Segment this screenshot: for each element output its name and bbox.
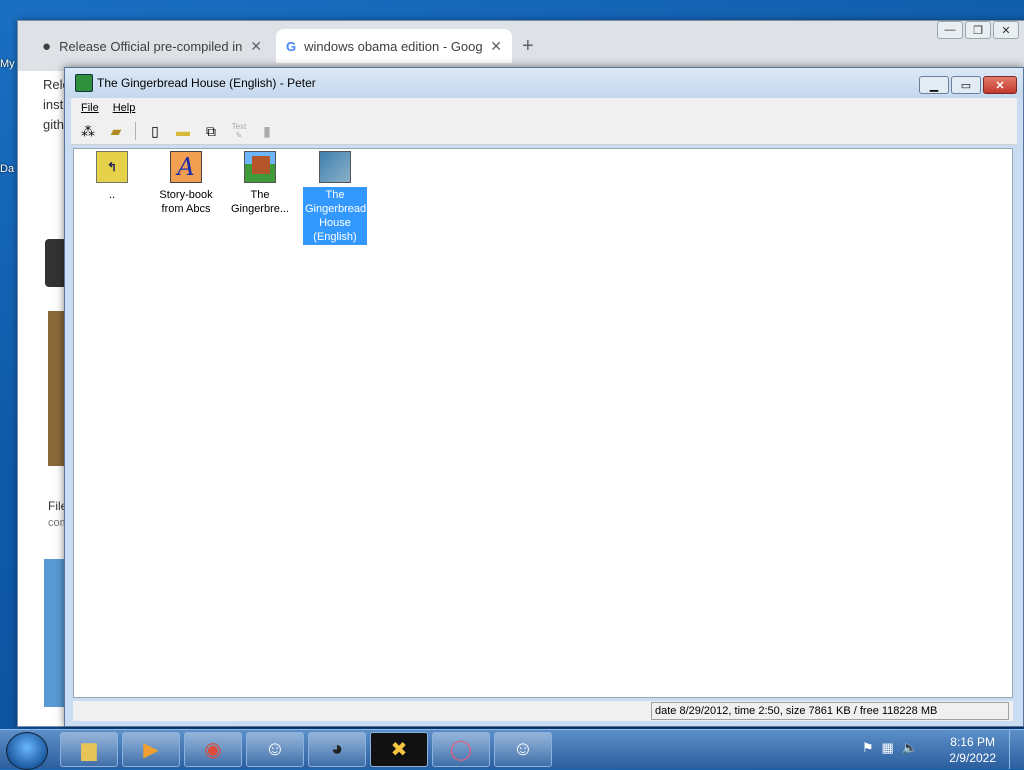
page-snippet: inst xyxy=(43,97,64,112)
close-button[interactable]: ✕ xyxy=(993,21,1019,39)
network-icon[interactable]: ▦ xyxy=(882,740,894,756)
menu-help[interactable]: Help xyxy=(113,102,136,114)
file-item-up[interactable]: ↰ .. xyxy=(80,151,144,203)
text-tool-caption: Text xyxy=(231,122,247,131)
desktop-icon-label: Da xyxy=(0,163,15,175)
chrome-tab-2[interactable]: G windows obama edition - Googl ✕ xyxy=(276,29,512,63)
minimize-button[interactable]: — xyxy=(937,21,963,39)
house-english-icon xyxy=(319,151,351,183)
house-icon xyxy=(244,151,276,183)
taskbar: ▆ ▶ ◉ ☺ ◕ ✖ ◯ ☺ ⚑ ▦ 🔈 8:16 PM 2/9/2022 xyxy=(0,729,1024,770)
minimize-button[interactable]: ▁ xyxy=(919,76,949,94)
window-title: The Gingerbread House (English) - Peter xyxy=(97,76,316,90)
up-folder-icon: ↰ xyxy=(96,151,128,183)
trash-icon: ▮ xyxy=(263,122,271,139)
maximize-button[interactable]: ❐ xyxy=(965,21,991,39)
x-app-icon[interactable]: ✖ xyxy=(370,732,428,767)
file-label: Story-book from Abcs xyxy=(159,189,213,215)
show-desktop-button[interactable] xyxy=(1009,730,1024,769)
bunny-app-icon-2[interactable]: ☺ xyxy=(494,732,552,767)
volume-icon[interactable]: 🔈 xyxy=(902,740,918,756)
folder-icon[interactable]: ▬ xyxy=(172,120,194,142)
file-label: The Gingerbre... xyxy=(230,189,290,215)
clock-date: 2/9/2022 xyxy=(949,751,996,765)
file-label: The Gingerbread House (English) xyxy=(303,187,367,245)
new-file-icon[interactable]: ▯ xyxy=(144,120,166,142)
ring-app-icon[interactable]: ◯ xyxy=(432,732,490,767)
start-button[interactable] xyxy=(6,732,48,770)
close-tab-icon[interactable]: ✕ xyxy=(250,38,262,55)
new-tab-button[interactable]: + xyxy=(522,35,534,58)
close-tab-icon[interactable]: ✕ xyxy=(490,38,502,55)
file-browser: ↰ .. A Story-book from Abcs The Gingerbr… xyxy=(73,148,1013,698)
bunny-app-icon[interactable]: ☺ xyxy=(246,732,304,767)
chrome-tab-1[interactable]: ● Release Official pre-compiled ins ✕ xyxy=(32,29,272,63)
maximize-button[interactable]: ▭ xyxy=(951,76,981,94)
tree-icon[interactable]: ⁂ xyxy=(77,120,99,142)
desktop-icon-label: My xyxy=(0,58,15,70)
storybook-icon: A xyxy=(170,151,202,183)
tab-title: Release Official pre-compiled ins xyxy=(59,38,243,54)
github-icon: ● xyxy=(42,37,52,55)
house-roof xyxy=(252,156,270,174)
menu-bar: File Help xyxy=(71,98,1017,118)
media-player-icon[interactable]: ▶ xyxy=(122,732,180,767)
copy-icon[interactable]: ⧉ xyxy=(200,120,222,142)
tab-title: windows obama edition - Googl xyxy=(304,38,483,54)
window-controls: ▁ ▭ ✕ xyxy=(919,76,1017,94)
clock-time: 8:16 PM xyxy=(950,735,995,749)
toolbar: ⁂ ▰ ▯ ▬ ⧉ Text ✎ ▮ xyxy=(71,118,1017,145)
app-titlebar[interactable]: The Gingerbread House (English) - Peter … xyxy=(65,68,1023,98)
file-explorer-icon[interactable]: ▆ xyxy=(60,732,118,767)
file-item-gingerbread[interactable]: The Gingerbre... xyxy=(228,151,292,217)
clock[interactable]: 8:16 PM 2/9/2022 xyxy=(949,734,996,766)
text-tool-icon: Text ✎ xyxy=(231,122,247,140)
status-bar: date 8/29/2012, time 2:50, size 7861 KB … xyxy=(73,701,1013,721)
file-label: .. xyxy=(108,189,116,201)
toolbar-separator xyxy=(135,122,136,140)
app-icon xyxy=(75,74,93,92)
status-text: date 8/29/2012, time 2:50, size 7861 KB … xyxy=(651,702,1009,720)
page-snippet: gith xyxy=(43,117,64,132)
page-image xyxy=(44,559,66,707)
file-item-storybook[interactable]: A Story-book from Abcs xyxy=(154,151,218,217)
close-button[interactable]: ✕ xyxy=(983,76,1017,94)
google-icon: G xyxy=(286,38,297,54)
chrome-tab-strip: ● Release Official pre-compiled ins ✕ G … xyxy=(18,21,1024,71)
file-item-gingerbread-english[interactable]: The Gingerbread House (English) xyxy=(303,151,367,245)
action-center-icon[interactable]: ⚑ xyxy=(862,740,874,756)
alien-app-icon[interactable]: ◕ xyxy=(308,732,366,767)
chrome-window-controls: — ❐ ✕ xyxy=(937,21,1019,39)
app-window: The Gingerbread House (English) - Peter … xyxy=(64,67,1024,727)
system-tray: ⚑ ▦ 🔈 xyxy=(862,740,918,756)
open-folder-icon[interactable]: ▰ xyxy=(105,120,127,142)
chrome-icon[interactable]: ◉ xyxy=(184,732,242,767)
menu-file[interactable]: File xyxy=(81,102,99,114)
